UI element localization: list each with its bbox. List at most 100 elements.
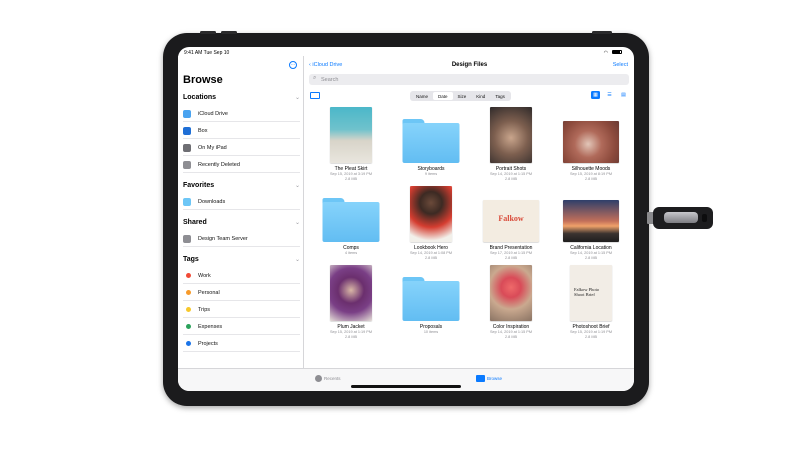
sort-kind[interactable]: Kind [471,92,490,100]
volume-button [200,31,216,34]
file-size: 2.8 MB [584,177,598,181]
status-bar: 9:41 AM Tue Sep 10 ◠ [178,47,634,56]
file-size: 2.8 MB [344,177,358,181]
home-indicator[interactable] [351,385,461,388]
column-view-icon[interactable]: ▤ [619,91,628,99]
chevron-down-icon[interactable]: ⌄ [295,256,300,263]
tag-item-work[interactable]: Work [183,267,300,284]
select-button[interactable]: Select [613,62,628,68]
box-icon [183,127,191,135]
file-item-california-location[interactable]: California Location Sep 14, 2019 at 1:15 … [552,186,630,260]
usb-drive-window [664,212,698,223]
sidebar-item-design-team-server[interactable]: Design Team Server [183,230,300,247]
folder-body [322,202,380,242]
folder-icon [322,198,380,242]
tag-color-dot [186,324,191,329]
section-label: Locations [183,94,217,101]
section-tags[interactable]: Tags ⌄ [183,256,300,263]
file-size: 2.8 MB [584,256,598,260]
trash-icon [183,161,191,169]
file-thumbnail [563,200,619,242]
ipad-icon [183,144,191,152]
tag-color-dot [186,307,191,312]
file-size: 2.8 MB [504,256,518,260]
back-button[interactable]: ‹ iCloud Drive [309,62,342,68]
file-date: 4 items [344,251,358,255]
file-item-the-pleat-skirt[interactable]: The Pleat Skirt Sep 15, 2019 at 3:19 PM 2.… [312,107,390,181]
tab-recents[interactable]: Recents [315,375,341,382]
folder-icon [402,277,460,321]
folder-item-storyboards[interactable]: Storyboards 9 items [392,107,470,179]
list-view-icon[interactable]: ☰ [605,91,614,99]
sidebar-item-downloads[interactable]: Downloads [183,193,300,210]
section-label: Shared [183,219,207,226]
tag-color-dot [186,273,191,278]
sidebar-item-on-my-ipad[interactable]: On My iPad [183,139,300,156]
sidebar-item-box[interactable]: Box [183,122,300,139]
section-locations[interactable]: Locations ⌄ [183,94,300,101]
sidebar-item-icloud-drive[interactable]: iCloud Drive [183,105,300,122]
grid-view-icon[interactable]: ▦ [591,91,600,99]
tab-bar: Recents Browse [178,368,634,391]
tag-item-expenses[interactable]: Expenses [183,318,300,335]
file-item-lookbook-hero[interactable]: Lookbook Hero Sep 14, 2019 at 1:08 PM 2.8 … [392,186,470,260]
file-item-silhouette-moods[interactable]: Silhouette Moods Sep 15, 2019 at 8:19 PM 2… [552,107,630,181]
section-shared[interactable]: Shared ⌄ [183,219,300,226]
tab-label: Browse [487,376,503,381]
file-item-color-inspiration[interactable]: Color Inspiration Sep 14, 2019 at 1:15 PM… [472,265,550,339]
chevron-down-icon[interactable]: ⌄ [295,182,300,189]
tag-item-personal[interactable]: Personal [183,284,300,301]
sidebar-item-label: Expenses [198,324,223,330]
file-size: 2.8 MB [504,335,518,339]
chevron-down-icon[interactable]: ⌄ [295,219,300,226]
downloads-folder-icon [183,198,191,206]
cloud-icon [183,110,191,118]
new-folder-icon[interactable] [310,92,320,99]
file-thumbnail [330,265,372,321]
main-content: Design Files ‹ iCloud Drive Select ⌕ Sea… [305,56,634,368]
folder-icon [476,375,485,382]
volume-button [221,31,237,34]
sidebar-item-label: iCloud Drive [198,111,228,117]
view-options: ▦ ☰ ▤ [591,91,628,99]
file-item-plum-jacket[interactable]: Plum Jacket Sep 15, 2019 at 1:19 PM 2.8 MB [312,265,390,339]
sort-name[interactable]: Name [411,92,433,100]
sort-date[interactable]: Date [433,92,453,100]
folder-icon [402,119,460,163]
tab-browse[interactable]: Browse [476,375,502,382]
file-item-portrait-shots[interactable]: Portrait Shots Sep 14, 2019 at 1:15 PM 2.8… [472,107,550,181]
sidebar-item-label: Downloads [198,199,226,205]
file-thumbnail: Falkow Photo Shoot Brief [570,265,612,321]
file-size: 2.8 MB [584,335,598,339]
page-title: Design Files [451,62,488,68]
search-input[interactable]: ⌕ Search [309,74,629,85]
file-item-photoshoot-brief[interactable]: Falkow Photo Shoot Brief Photoshoot Brief… [552,265,630,339]
file-thumbnail [490,107,532,163]
sort-control: Name Date Size Kind Tags [410,91,511,101]
sidebar-title: Browse [183,74,223,86]
section-label: Tags [183,256,199,263]
file-item-brand-presentation[interactable]: Falkow Brand Presentation Sep 17, 2019 at … [472,186,550,260]
tag-item-trips[interactable]: Trips [183,301,300,318]
sidebar: ··· Browse Locations ⌄ Favorites ⌄ Share… [178,56,304,368]
file-thumbnail [330,107,372,163]
chevron-down-icon[interactable]: ⌄ [295,94,300,101]
section-favorites[interactable]: Favorites ⌄ [183,182,300,189]
file-thumbnail [410,186,452,242]
folder-item-comps[interactable]: Comps 4 items [312,186,390,258]
sort-size[interactable]: Size [453,92,472,100]
sidebar-item-recently-deleted[interactable]: Recently Deleted [183,156,300,173]
file-thumbnail [563,121,619,163]
usb-drive-loop [702,214,707,222]
tag-item-projects[interactable]: Projects [183,335,300,352]
file-thumbnail: Falkow [483,200,539,242]
sidebar-item-label: Personal [198,290,220,296]
tab-label: Recents [324,376,341,381]
folder-item-proposals[interactable]: Proposals 10 items [392,265,470,337]
file-size: 2.8 MB [344,335,358,339]
folder-body [402,123,460,163]
tag-color-dot [186,341,191,346]
ipad-screen: 9:41 AM Tue Sep 10 ◠ ··· Browse Location… [178,47,634,391]
sort-tags[interactable]: Tags [490,92,510,100]
more-options-button[interactable]: ··· [289,61,297,69]
